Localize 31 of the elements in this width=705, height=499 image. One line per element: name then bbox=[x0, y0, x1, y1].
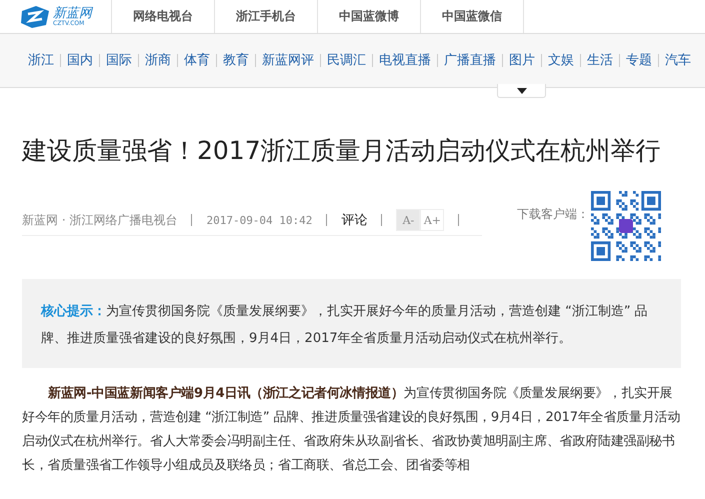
logo-name: 新蓝网 bbox=[53, 6, 92, 20]
publish-date: 2017-09-04 10:42 bbox=[206, 214, 312, 226]
nav-link[interactable]: 图片 bbox=[502, 54, 541, 67]
nav-link[interactable]: 国内 bbox=[60, 54, 99, 67]
comment-link[interactable]: 评论 bbox=[341, 211, 368, 229]
expand-button[interactable] bbox=[497, 84, 546, 98]
logo-icon bbox=[20, 4, 50, 28]
nav-link[interactable]: 专题 bbox=[619, 54, 658, 67]
article-body: 新蓝网-中国蓝新闻客户端9月4日讯（浙江之记者何冰情报道）为宣传贯彻国务院《质量发展纲要》，扎实开展好今年的质量月活动，营造创建 “浙江制造” 品牌、推进质量强省建设的良好氛围，9月4日，2017年全省质量月活动启动仪式在杭州举行。省人大常委会冯明副主任、省政府朱从玖副省长、省政协黄旭明副主席、省政府陆建强副秘书长，省质量强省工作领导小组成员及联络员；省工商联、省总工会、团省委等相 bbox=[22, 384, 681, 475]
article-source: 新蓝网 · 浙江网络广播电视台 bbox=[22, 212, 178, 228]
nav-link[interactable]: 广播直播 bbox=[437, 54, 502, 67]
nav-link[interactable]: 浙江 bbox=[22, 54, 60, 67]
nav-link[interactable]: 生活 bbox=[580, 54, 619, 67]
top-tab[interactable]: 网络电视台 bbox=[112, 0, 215, 33]
nav-link[interactable]: 民调汇 bbox=[320, 54, 372, 67]
nav-link[interactable]: 文娱 bbox=[541, 54, 580, 67]
nav-link[interactable]: 汽车 bbox=[658, 54, 697, 67]
top-tab[interactable]: 浙江手机台 bbox=[215, 0, 318, 33]
article-title: 建设质量强省！2017浙江质量月活动启动仪式在杭州举行 bbox=[22, 135, 662, 167]
top-tab[interactable]: 中国蓝微信 bbox=[421, 0, 524, 33]
top-tab[interactable]: 中国蓝微博 bbox=[318, 0, 421, 33]
nav-link[interactable]: 新蓝网评 bbox=[255, 54, 320, 67]
download-label: 下载客户端： bbox=[517, 206, 589, 223]
nav-link[interactable]: 教育 bbox=[216, 54, 255, 67]
summary-text: 核心提示：为宣传贯彻国务院《质量发展纲要》，扎实开展好今年的质量月活动，营造创建 “浙江制造” 品牌、推进质量强省建设的良好氛围，9月4日，2017年全省质量月活动启动仪式在杭州举行。 bbox=[41, 302, 649, 348]
nav-link[interactable]: 浙商 bbox=[138, 54, 177, 67]
font-size-button[interactable]: A+ bbox=[420, 209, 444, 231]
nav-link[interactable]: 电视直播 bbox=[372, 54, 437, 67]
nav-link[interactable]: 国际 bbox=[99, 54, 138, 67]
nav-link[interactable]: 体育 bbox=[177, 54, 216, 67]
qr-code-icon bbox=[591, 191, 661, 261]
